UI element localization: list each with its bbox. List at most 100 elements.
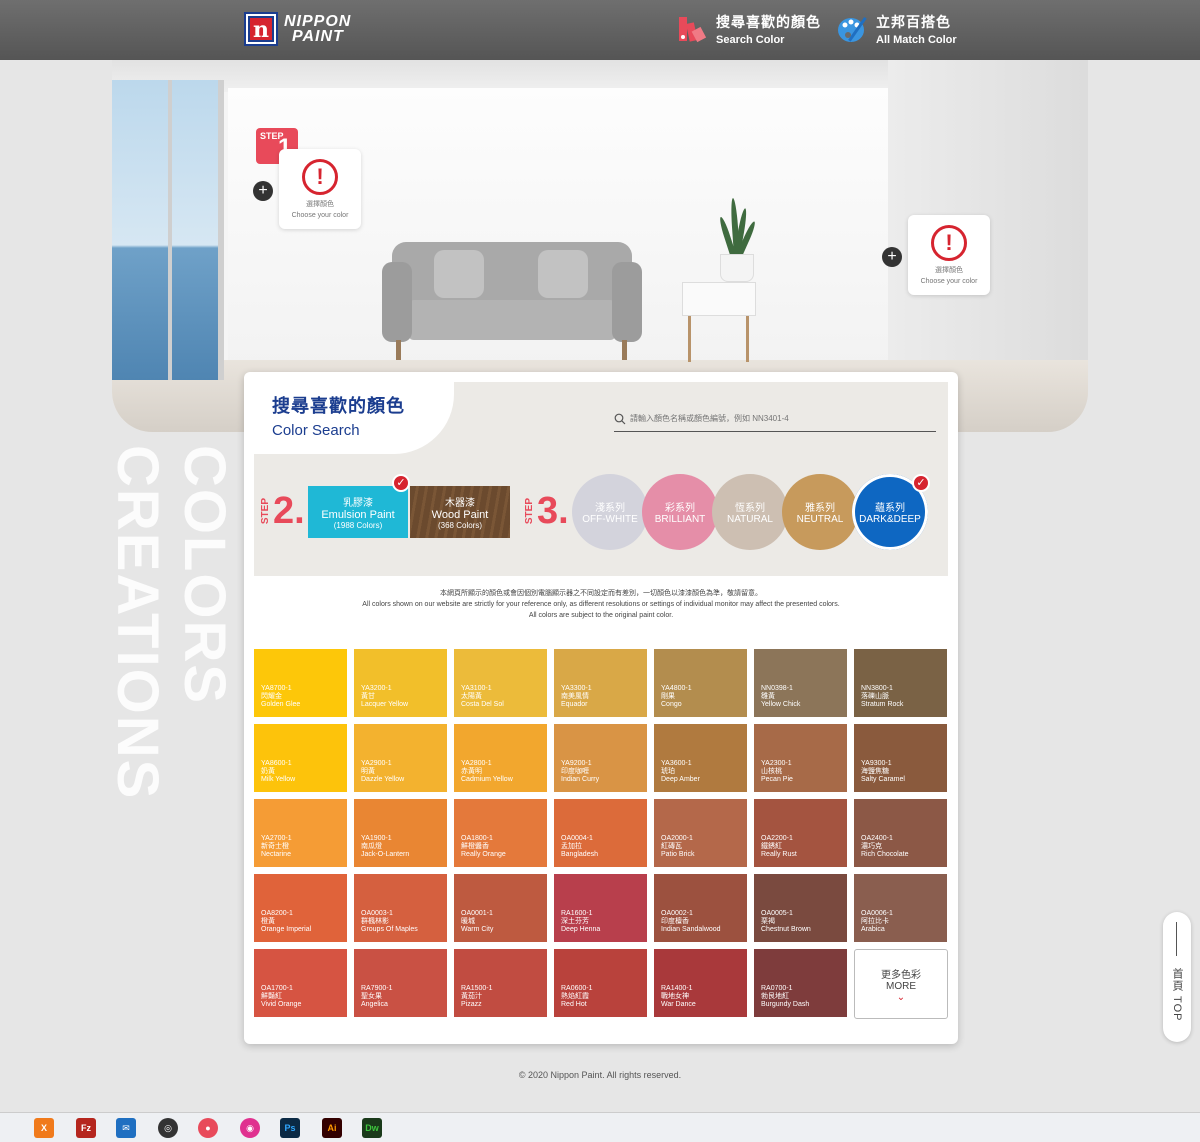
color-swatch[interactable]: OA0003-1 群楓林影 Groups Of Maples (354, 874, 447, 942)
nav-all-match-color[interactable]: 立邦百搭色 All Match Color (836, 12, 957, 46)
color-search-input[interactable] (630, 414, 930, 423)
swatch-zh: 濃巧克 (861, 843, 882, 850)
color-swatch[interactable]: YA3300-1 南美風情 Equador (554, 649, 647, 717)
add-wall-color-button-left[interactable]: + (253, 181, 273, 201)
color-swatch[interactable]: YA3200-1 黃甘 Lacquer Yellow (354, 649, 447, 717)
color-swatch[interactable]: OA0006-1 阿拉比卡 Arabica (854, 874, 947, 942)
color-swatch[interactable]: RA1600-1 深土芬芳 Deep Henna (554, 874, 647, 942)
window (112, 80, 224, 380)
step-2-label: STEP 2. (260, 490, 305, 532)
color-swatch[interactable]: YA2700-1 新奇士橙 Nectarine (254, 799, 347, 867)
color-swatch[interactable]: OA0001-1 暖城 Warm City (454, 874, 547, 942)
more-colors-button[interactable]: 更多色彩 MORE ⌄ (854, 949, 948, 1019)
color-swatch[interactable]: RA0700-1 勃艮地紅 Burgundy Dash (754, 949, 847, 1017)
swatch-zh: 紅磚瓦 (661, 843, 682, 850)
nippon-paint-logo[interactable]: n NIPPON PAINT (244, 12, 351, 46)
swatch-en: Red Hot (561, 1001, 587, 1008)
choose-color-card-left[interactable]: ! 選擇顏色 Choose your color (279, 149, 361, 229)
color-swatch[interactable]: OA2400-1 濃巧克 Rich Chocolate (854, 799, 947, 867)
taskbar-illustrator-icon[interactable]: Ai (322, 1118, 342, 1138)
color-swatch[interactable]: OA2200-1 鐵銹紅 Really Rust (754, 799, 847, 867)
color-swatch[interactable]: YA2900-1 明黃 Dazzle Yellow (354, 724, 447, 792)
series-neutral[interactable]: 雅系列 NEUTRAL (782, 474, 858, 550)
swatch-en: Angelica (361, 1001, 388, 1008)
swatch-code: OA2200-1 (761, 835, 793, 842)
swatch-en: Congo (661, 701, 682, 708)
swatch-en: Bangladesh (561, 851, 598, 858)
color-swatch[interactable]: YA4800-1 剛果 Congo (654, 649, 747, 717)
swatch-code: OA0002-1 (661, 910, 693, 917)
taskbar-dreamweaver-icon[interactable]: Dw (362, 1118, 382, 1138)
swatch-en: Indian Curry (561, 776, 600, 783)
swatch-zh: 鐵銹紅 (761, 843, 782, 850)
taskbar-mail-icon[interactable]: ✉ (116, 1118, 136, 1138)
color-swatch[interactable]: YA1900-1 南瓜燈 Jack-O-Lantern (354, 799, 447, 867)
color-swatch[interactable]: NN0398-1 雛黃 Yellow Chick (754, 649, 847, 717)
swatch-code: YA3100-1 (461, 685, 492, 692)
swatch-code: NN3800-1 (861, 685, 893, 692)
swatch-en: Golden Glee (261, 701, 301, 708)
color-swatch[interactable]: OA2000-1 紅磚瓦 Patio Brick (654, 799, 747, 867)
color-swatch[interactable]: RA0600-1 熱焰紅霞 Red Hot (554, 949, 647, 1017)
series-off-white[interactable]: 淺系列 OFF-WHITE (572, 474, 648, 550)
taskbar-photoshop-icon[interactable]: Ps (280, 1118, 300, 1138)
swatch-code: OA0003-1 (361, 910, 393, 917)
series-natural[interactable]: 恆系列 NATURAL (712, 474, 788, 550)
paint-type-emulsion[interactable]: 乳膠漆 Emulsion Paint (1988 Colors) (308, 486, 408, 538)
swatch-zh: 熱焰紅霞 (561, 993, 589, 1000)
plant-image (716, 196, 758, 282)
swatch-zh: 印度咖喱 (561, 768, 589, 775)
taskbar-filezilla-icon[interactable]: Fz (76, 1118, 96, 1138)
paint-type-wood[interactable]: 木器漆 Wood Paint (368 Colors) (410, 486, 510, 538)
choose-color-card-right[interactable]: ! 選擇顏色 Choose your color (908, 215, 990, 295)
taskbar-xampp-icon[interactable]: X (34, 1118, 54, 1138)
swatch-code: YA2300-1 (761, 760, 792, 767)
nav-all-match-zh: 立邦百搭色 (876, 14, 951, 30)
back-to-top-button[interactable]: 首頁 TOP (1163, 912, 1191, 1042)
color-swatch[interactable]: RA7900-1 聖女果 Angelica (354, 949, 447, 1017)
selected-check-icon: ✓ (392, 474, 410, 492)
color-swatch[interactable]: NN3800-1 落礫山脈 Stratum Rock (854, 649, 947, 717)
color-swatch[interactable]: OA0004-1 孟加拉 Bangladesh (554, 799, 647, 867)
logo-line2: PAINT (292, 28, 344, 45)
color-swatch[interactable]: OA1800-1 鮮橙醬香 Really Orange (454, 799, 547, 867)
swatch-en: Pizazz (461, 1001, 482, 1008)
side-table-image (682, 282, 756, 362)
taskbar-creative-cloud-icon[interactable]: ◉ (240, 1118, 260, 1138)
nav-search-color[interactable]: 搜尋喜歡的顏色 Search Color (676, 12, 821, 46)
swatch-en: Equador (561, 701, 588, 708)
color-swatch[interactable]: YA9300-1 海鹽焦糖 Salty Caramel (854, 724, 947, 792)
color-swatch[interactable]: OA8200-1 橙黃 Orange Imperial (254, 874, 347, 942)
color-swatch[interactable]: YA2800-1 赤黃明 Cadmium Yellow (454, 724, 547, 792)
swatch-zh: 琥珀 (661, 768, 675, 775)
color-swatch[interactable]: OA0002-1 印度檀香 Indian Sandalwood (654, 874, 747, 942)
alert-icon: ! (302, 159, 338, 195)
swatch-zh: 勃艮地紅 (761, 993, 789, 1000)
color-swatch[interactable]: YA9200-1 印度咖喱 Indian Curry (554, 724, 647, 792)
swatch-zh: 聖女果 (361, 993, 382, 1000)
swatch-zh: 橙黃 (261, 918, 275, 925)
swatch-code: OA1700-1 (261, 985, 293, 992)
swatch-en: Deep Henna (561, 926, 601, 933)
swatch-zh: 鮮橙醬香 (461, 843, 489, 850)
series-brilliant[interactable]: 彩系列 BRILLIANT (642, 474, 718, 550)
color-swatch[interactable]: YA2300-1 山核桃 Pecan Pie (754, 724, 847, 792)
color-swatch[interactable]: YA8700-1 閃耀金 Golden Glee (254, 649, 347, 717)
swatch-zh: 南瓜燈 (361, 843, 382, 850)
os-taskbar: X Fz ✉ ◎ ● ◉ Ps Ai Dw (0, 1112, 1200, 1142)
color-swatch[interactable]: OA0005-1 栗褐 Chestnut Brown (754, 874, 847, 942)
swatch-en: Burgundy Dash (761, 1001, 810, 1008)
paint-palette-icon (838, 16, 867, 42)
swatch-code: YA8600-1 (261, 760, 292, 767)
color-swatch[interactable]: YA8600-1 奶黃 Milk Yellow (254, 724, 347, 792)
taskbar-app-icon[interactable]: ● (198, 1118, 218, 1138)
taskbar-app-icon[interactable]: ◎ (158, 1118, 178, 1138)
color-swatch[interactable]: YA3600-1 琥珀 Deep Amber (654, 724, 747, 792)
search-icon (614, 413, 626, 424)
swatch-zh: 山核桃 (761, 768, 782, 775)
color-swatch[interactable]: YA3100-1 太陽黃 Costa Del Sol (454, 649, 547, 717)
color-swatch[interactable]: RA1400-1 戰地女神 War Dance (654, 949, 747, 1017)
color-swatch[interactable]: RA1500-1 黃茄汁 Pizazz (454, 949, 547, 1017)
add-wall-color-button-right[interactable]: + (882, 247, 902, 267)
color-swatch[interactable]: OA1700-1 鮮豔紅 Vivid Orange (254, 949, 347, 1017)
